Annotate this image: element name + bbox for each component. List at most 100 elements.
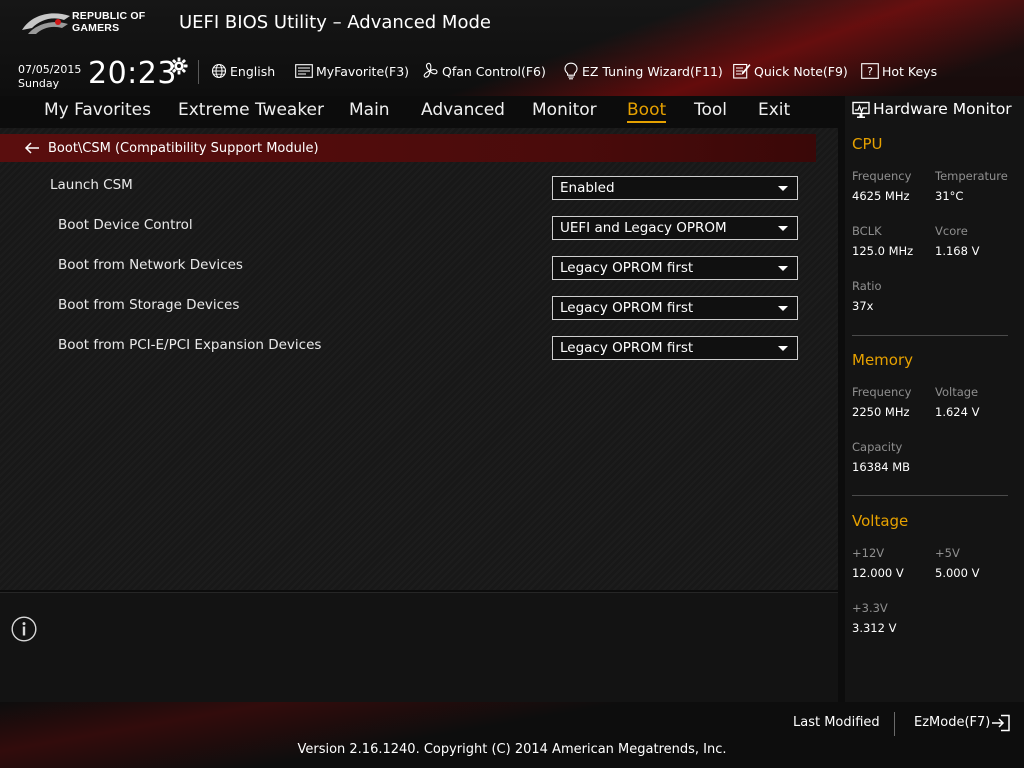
hardware-monitor-title: Hardware Monitor xyxy=(873,100,1012,118)
dropdown-value: UEFI and Legacy OPROM xyxy=(560,220,727,236)
favorite-icon xyxy=(295,64,313,78)
logo-line-1: REPUBLIC OF xyxy=(72,10,146,22)
launch-csm-dropdown[interactable]: Enabled xyxy=(552,176,798,200)
myfavorite-label: MyFavorite(F3) xyxy=(316,63,410,79)
quick-note-label: Quick Note(F9) xyxy=(754,63,848,79)
main-nav: My Favorites Extreme Tweaker Main Advanc… xyxy=(0,96,840,128)
language-label: English xyxy=(230,63,276,79)
boot-pcie-dropdown[interactable]: Legacy OPROM first xyxy=(552,336,798,360)
memory-voltage-label: Voltage xyxy=(935,385,979,399)
hot-keys-label: Hot Keys xyxy=(882,63,938,79)
svg-text:?: ? xyxy=(867,65,873,78)
quick-note-button[interactable]: Quick Note(F9) xyxy=(733,60,848,82)
tab-main[interactable]: Main xyxy=(349,100,390,120)
breadcrumb-text: Boot\CSM (Compatibility Support Module) xyxy=(48,140,319,156)
help-info-panel xyxy=(0,592,838,702)
breadcrumb[interactable]: Boot\CSM (Compatibility Support Module) xyxy=(0,134,816,162)
boot-storage-dropdown[interactable]: Legacy OPROM first xyxy=(552,296,798,320)
tab-tool[interactable]: Tool xyxy=(694,100,727,120)
bclk-label: BCLK xyxy=(852,224,882,238)
monitor-icon xyxy=(852,101,870,118)
setting-label-boot-pcie: Boot from PCI-E/PCI Expansion Devices xyxy=(58,337,322,353)
setting-label-launch-csm: Launch CSM xyxy=(50,177,133,193)
bclk-value: 125.0 MHz xyxy=(852,244,914,258)
memory-frequency-label: Frequency xyxy=(852,385,912,399)
info-icon xyxy=(11,616,37,642)
day-text: Sunday xyxy=(18,77,60,90)
ezmode-button[interactable]: EzMode(F7) xyxy=(914,715,990,730)
gear-icon[interactable] xyxy=(170,57,188,75)
memory-frequency-value: 2250 MHz xyxy=(852,405,910,419)
dropdown-value: Enabled xyxy=(560,180,615,196)
boot-network-dropdown[interactable]: Legacy OPROM first xyxy=(552,256,798,280)
v12-label: +12V xyxy=(852,546,885,560)
v5-value: 5.000 V xyxy=(935,566,980,580)
header-divider xyxy=(198,60,199,84)
tab-boot[interactable]: Boot xyxy=(627,100,667,123)
exit-mode-icon[interactable] xyxy=(991,714,1011,732)
language-button[interactable]: English xyxy=(211,60,275,82)
help-icon: ? xyxy=(861,63,879,79)
logo-line-2: GAMERS xyxy=(72,22,120,34)
fan-icon xyxy=(423,62,438,78)
globe-icon xyxy=(211,63,227,79)
footer-divider xyxy=(894,712,895,736)
chevron-down-icon xyxy=(778,225,788,231)
chevron-down-icon xyxy=(778,305,788,311)
memory-section-title: Memory xyxy=(852,351,914,369)
chevron-down-icon xyxy=(778,185,788,191)
date-text: 07/05/2015 xyxy=(18,63,82,76)
ratio-label: Ratio xyxy=(852,279,882,293)
clock-time: 20:23 xyxy=(88,56,177,91)
cpu-section-title: CPU xyxy=(852,135,883,153)
lightbulb-icon xyxy=(564,62,578,80)
dropdown-value: Legacy OPROM first xyxy=(560,260,694,276)
setting-label-boot-network: Boot from Network Devices xyxy=(58,257,243,273)
memory-voltage-value: 1.624 V xyxy=(935,405,980,419)
v12-value: 12.000 V xyxy=(852,566,904,580)
last-modified-button[interactable]: Last Modified xyxy=(793,715,880,730)
chevron-down-icon xyxy=(778,345,788,351)
setting-label-boot-device-control: Boot Device Control xyxy=(58,217,193,233)
vcore-label: Vcore xyxy=(935,224,968,238)
dropdown-value: Legacy OPROM first xyxy=(560,300,694,316)
cpu-frequency-value: 4625 MHz xyxy=(852,189,910,203)
hot-keys-button[interactable]: ? Hot Keys xyxy=(861,60,937,82)
setting-label-boot-storage: Boot from Storage Devices xyxy=(58,297,240,313)
vcore-value: 1.168 V xyxy=(935,244,980,258)
back-arrow-icon[interactable] xyxy=(24,142,40,154)
voltage-section-title: Voltage xyxy=(852,512,909,530)
tab-advanced[interactable]: Advanced xyxy=(421,100,505,120)
qfan-control-button[interactable]: Qfan Control(F6) xyxy=(421,60,546,82)
main-content: Boot\CSM (Compatibility Support Module) … xyxy=(0,128,838,590)
cpu-temperature-label: Temperature xyxy=(935,169,1008,183)
note-icon xyxy=(733,63,751,79)
ez-tuning-wizard-label: EZ Tuning Wizard(F11) xyxy=(582,63,723,79)
hw-divider xyxy=(852,335,1008,336)
boot-device-control-dropdown[interactable]: UEFI and Legacy OPROM xyxy=(552,216,798,240)
rog-logo-text: REPUBLIC OF GAMERS xyxy=(72,10,145,34)
v33-label: +3.3V xyxy=(852,601,888,615)
dropdown-value: Legacy OPROM first xyxy=(560,340,694,356)
hw-divider xyxy=(852,495,1008,496)
memory-capacity-label: Capacity xyxy=(852,440,903,454)
hardware-monitor-panel: Hardware Monitor CPU Frequency Temperatu… xyxy=(845,96,1024,702)
app-title: UEFI BIOS Utility – Advanced Mode xyxy=(179,12,491,33)
cpu-frequency-label: Frequency xyxy=(852,169,912,183)
v33-value: 3.312 V xyxy=(852,621,897,635)
v5-label: +5V xyxy=(935,546,960,560)
qfan-control-label: Qfan Control(F6) xyxy=(442,63,546,79)
myfavorite-button[interactable]: MyFavorite(F3) xyxy=(295,60,409,82)
tab-my-favorites[interactable]: My Favorites xyxy=(44,100,151,120)
tab-exit[interactable]: Exit xyxy=(758,100,790,120)
header: REPUBLIC OF GAMERS UEFI BIOS Utility – A… xyxy=(0,0,1024,123)
ez-tuning-wizard-button[interactable]: EZ Tuning Wizard(F11) xyxy=(563,60,723,82)
tab-extreme-tweaker[interactable]: Extreme Tweaker xyxy=(178,100,324,120)
footer: Last Modified EzMode(F7) Version 2.16.12… xyxy=(0,702,1024,768)
chevron-down-icon xyxy=(778,265,788,271)
memory-capacity-value: 16384 MB xyxy=(852,460,911,474)
cpu-temperature-value: 31°C xyxy=(935,189,964,203)
tab-monitor[interactable]: Monitor xyxy=(532,100,597,120)
version-text: Version 2.16.1240. Copyright (C) 2014 Am… xyxy=(297,742,727,757)
ratio-value: 37x xyxy=(852,299,874,313)
